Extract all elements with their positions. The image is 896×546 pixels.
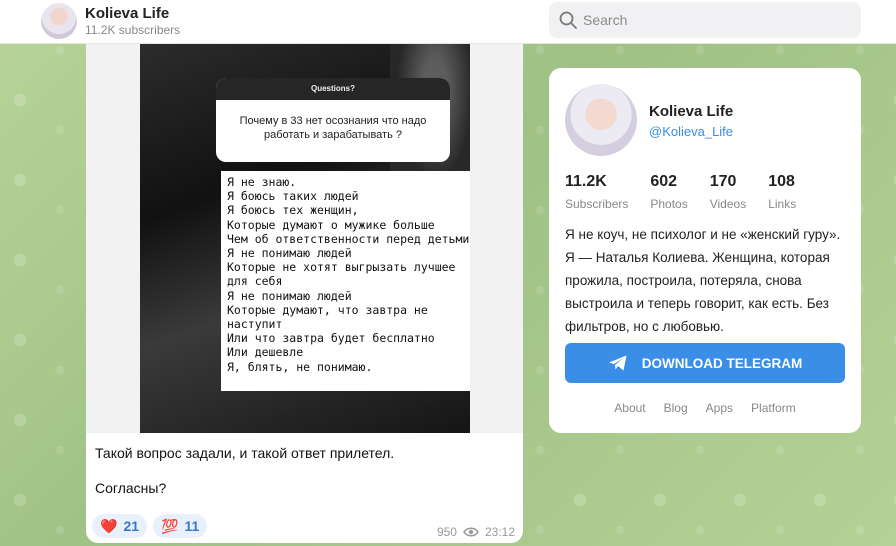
- answer-text-block: Я не знаю. Я боюсь таких людей Я боюсь т…: [221, 171, 470, 391]
- question-sticker: Questions? Почему в 33 нет осознания что…: [216, 78, 450, 162]
- stat-number: 170: [709, 173, 737, 190]
- eye-icon: [463, 527, 479, 537]
- post-text-paragraph: Согласны?: [95, 480, 167, 496]
- link-platform[interactable]: Platform: [751, 401, 796, 415]
- channel-subscribers: 11.2K subscribers: [85, 23, 181, 37]
- stat-number: 108: [768, 173, 795, 190]
- link-about[interactable]: About: [614, 401, 645, 415]
- reaction-count: 11: [184, 518, 200, 534]
- answer-line: наступит: [227, 317, 283, 332]
- answer-line: Я боюсь таких людей: [227, 189, 359, 204]
- download-telegram-label: DOWNLOAD TELEGRAM: [641, 355, 803, 371]
- channel-info-card: Kolieva Life @Kolieva_Life 11.2K Subscri…: [549, 68, 861, 433]
- hundred-emoji-icon: 💯: [161, 517, 179, 534]
- stat-photos: 602 Photos: [650, 173, 687, 211]
- stat-videos: 170 Videos: [710, 173, 746, 211]
- search-box[interactable]: [549, 2, 861, 38]
- profile-description: Я не коуч, не психолог и не «женский гур…: [565, 227, 841, 334]
- stat-number: 11.2K: [565, 173, 607, 190]
- answer-line: Которые думают о мужике больше: [227, 217, 435, 232]
- telegram-plane-icon: [608, 355, 627, 371]
- channel-title[interactable]: Kolieva Life: [85, 5, 169, 22]
- post-image[interactable]: Questions? Почему в 33 нет осознания что…: [86, 44, 523, 433]
- post-text: Такой вопрос задали, и такой ответ приле…: [95, 444, 515, 497]
- answer-line: Я не понимаю людей: [227, 246, 352, 261]
- reaction-hundred[interactable]: 💯 11: [153, 514, 208, 538]
- answer-line: Я не понимаю людей: [227, 288, 352, 303]
- answer-line: Я, блять, не понимаю.: [227, 359, 373, 374]
- stat-label: Subscribers: [565, 197, 629, 211]
- profile-stats: 11.2K Subscribers 602 Photos 170 Videos …: [565, 173, 818, 211]
- link-apps[interactable]: Apps: [706, 401, 733, 415]
- stat-number: 602: [650, 173, 678, 190]
- question-sticker-header: Questions?: [216, 78, 450, 100]
- answer-line: Которые думают, что завтра не: [227, 302, 428, 317]
- stat-label: Links: [768, 197, 797, 211]
- stat-subscribers: 11.2K Subscribers: [565, 173, 628, 211]
- stat-links: 108 Links: [768, 173, 796, 211]
- reaction-heart[interactable]: ❤️ 21: [92, 514, 148, 538]
- stat-label: Videos: [709, 197, 747, 211]
- view-count: 950: [436, 525, 457, 539]
- link-blog[interactable]: Blog: [664, 401, 688, 415]
- profile-handle[interactable]: @Kolieva_Life: [649, 124, 733, 139]
- search-input[interactable]: [583, 2, 853, 38]
- answer-line: Я не знаю.: [227, 175, 297, 189]
- profile-name: Kolieva Life: [649, 103, 734, 120]
- channel-post: Questions? Почему в 33 нет осознания что…: [86, 44, 523, 543]
- profile-avatar: [565, 84, 637, 156]
- post-time: 23:12: [484, 525, 515, 539]
- channel-avatar[interactable]: [41, 3, 77, 39]
- answer-line: Или дешевле: [227, 345, 304, 360]
- post-meta: 950 23:12: [437, 525, 515, 539]
- answer-line: Я боюсь тех женщин,: [227, 203, 359, 218]
- reactions-bar: ❤️ 21 💯 11: [92, 514, 208, 538]
- answer-line: Чем об ответственности перед детьми: [227, 231, 470, 246]
- search-icon: [559, 11, 577, 29]
- answer-line: Или что завтра будет бесплатно: [227, 331, 435, 346]
- stat-label: Photos: [650, 197, 688, 211]
- channel-header: Kolieva Life 11.2K subscribers: [0, 0, 896, 44]
- answer-line: Которые не хотят выгрызать лучшее: [227, 260, 456, 275]
- download-telegram-button[interactable]: DOWNLOAD TELEGRAM: [565, 343, 845, 383]
- footer-links: About Blog Apps Platform: [549, 401, 861, 415]
- answer-line: для себя: [227, 274, 283, 289]
- reaction-count: 21: [123, 518, 140, 534]
- post-text-paragraph: Такой вопрос задали, и такой ответ приле…: [95, 445, 395, 461]
- post-photo: Questions? Почему в 33 нет осознания что…: [140, 44, 470, 433]
- heart-emoji-icon: ❤️: [100, 517, 118, 534]
- question-sticker-text: Почему в 33 нет осознания что надо работ…: [239, 115, 427, 141]
